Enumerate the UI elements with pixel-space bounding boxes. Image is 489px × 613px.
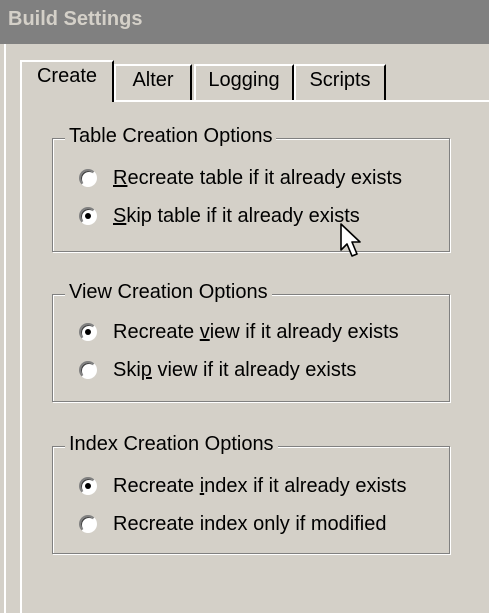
radio-button-icon [79,207,97,225]
radio-recreate-index-modified-label: Recreate index only if modified [113,512,387,535]
dialog-edge [4,44,6,613]
radio-skip-view[interactable]: Skip view if it already exists [79,357,356,383]
title-bar: Build Settings [0,0,489,44]
tab-scripts-label: Scripts [309,69,371,91]
radio-skip-table-label: Skip table if it already exists [113,204,360,227]
index-creation-options-legend: Index Creation Options [65,433,278,456]
index-creation-options-group: Index Creation Options Recreate index if… [52,433,450,554]
radio-button-icon [79,169,97,187]
mouse-pointer-icon [340,223,361,257]
tab-scripts[interactable]: Scripts [294,64,386,100]
radio-recreate-table[interactable]: Recreate table if it already exists [79,165,402,191]
table-creation-options-group: Table Creation Options Recreate table if… [52,125,450,252]
tab-alter[interactable]: Alter [114,64,192,100]
radio-skip-view-label: Skip view if it already exists [113,358,357,381]
radio-recreate-index[interactable]: Recreate index if it already exists [79,473,407,499]
radio-recreate-view-label: Recreate view if it already exists [113,320,399,343]
radio-button-icon [79,361,97,379]
view-creation-options-legend: View Creation Options [65,281,272,304]
radio-button-icon [79,477,97,495]
tab-logging-label: Logging [208,69,280,91]
window-title: Build Settings [8,8,143,30]
radio-recreate-view[interactable]: Recreate view if it already exists [79,319,399,345]
radio-button-icon [79,515,97,533]
view-creation-options-group: View Creation Options Recreate view if i… [52,281,450,402]
tab-create-label: Create [36,65,98,87]
radio-skip-table[interactable]: Skip table if it already exists [79,203,360,229]
radio-button-icon [79,323,97,341]
tab-logging[interactable]: Logging [194,64,294,100]
radio-recreate-index-modified[interactable]: Recreate index only if modified [79,511,386,537]
radio-recreate-index-label: Recreate index if it already exists [113,474,407,497]
tab-create[interactable]: Create [20,60,114,102]
radio-recreate-table-label: Recreate table if it already exists [113,166,403,189]
table-creation-options-legend: Table Creation Options [65,125,277,148]
tab-alter-label: Alter [132,69,174,91]
